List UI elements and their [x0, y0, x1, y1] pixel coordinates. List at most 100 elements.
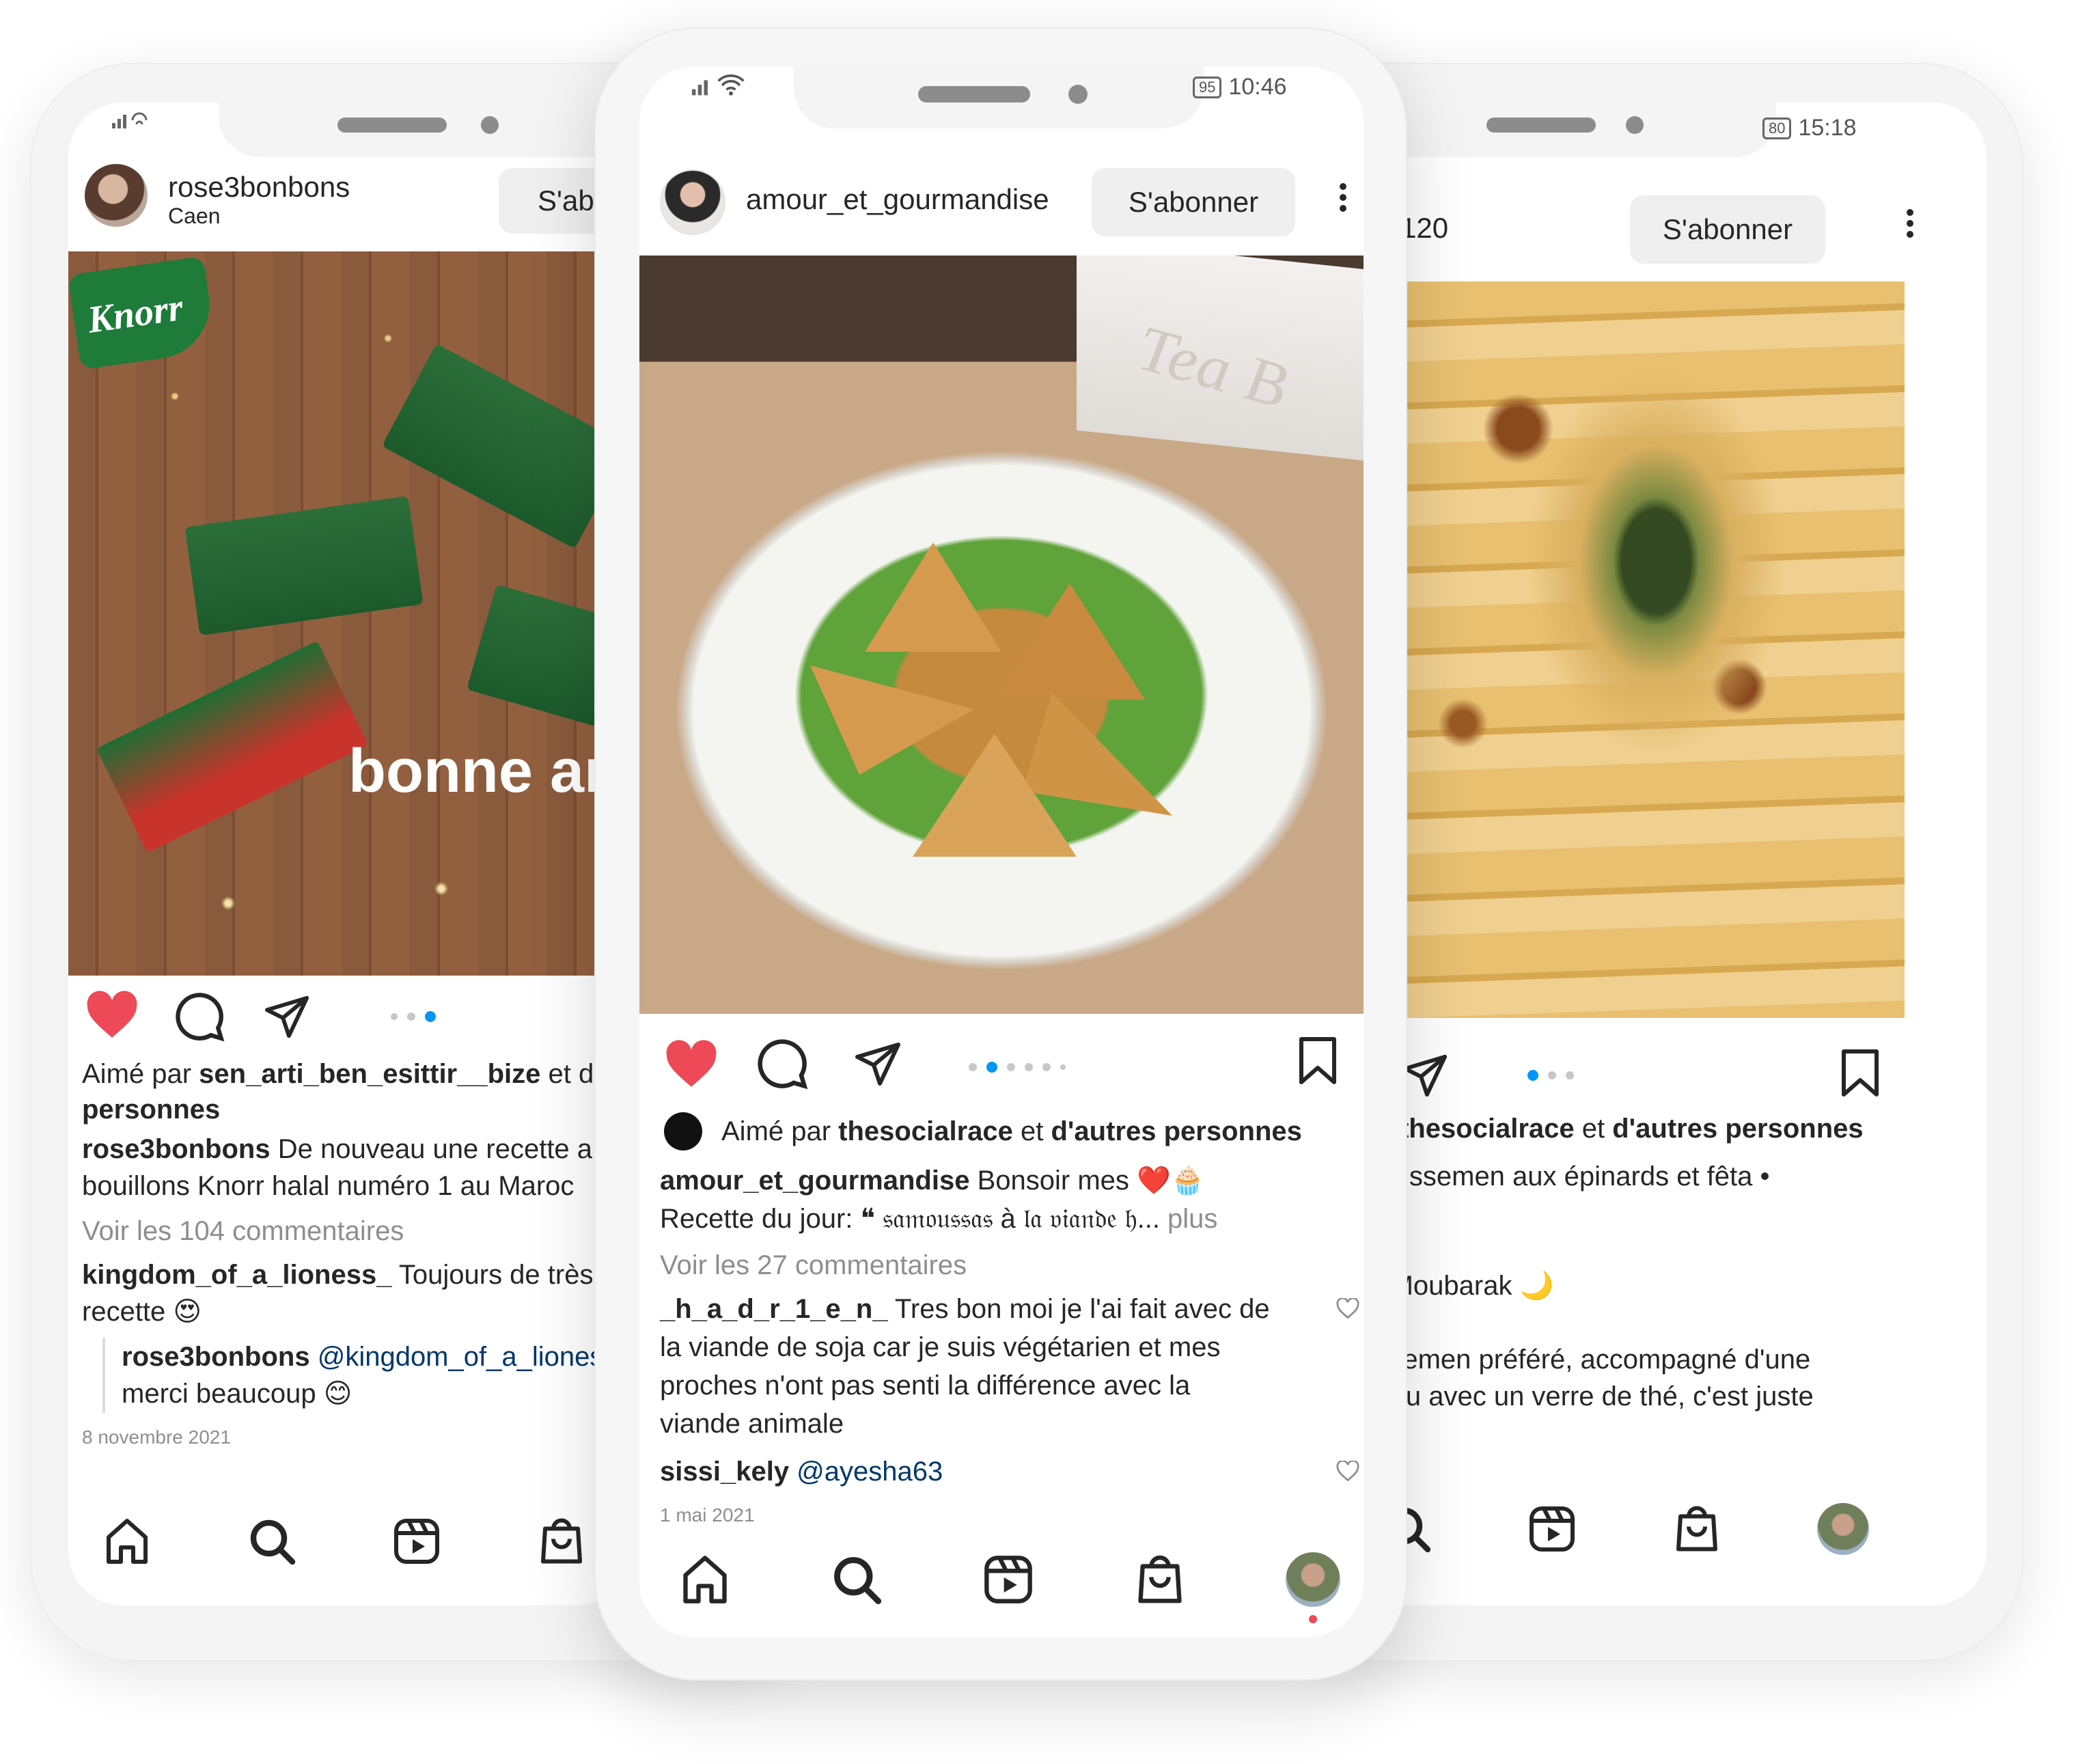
speaker — [337, 118, 447, 133]
product-box — [184, 495, 424, 636]
signal-icon — [112, 112, 148, 128]
liked-by: par thesocialrace et d'autres personnes — [1353, 1114, 1864, 1144]
comment-mention[interactable]: @ayesha63 — [789, 1457, 943, 1487]
post-date: 8 novembre 2021 — [82, 1427, 231, 1448]
status-time: 15:18 — [1798, 115, 1857, 141]
carousel-indicator — [391, 1011, 436, 1022]
bookmark-icon[interactable] — [1839, 1049, 1881, 1099]
samosa — [995, 583, 1145, 700]
brand-badge: Knorr — [68, 256, 217, 370]
reply-line2: merci beaucoup 😊 — [122, 1379, 352, 1409]
liked-by-avatar[interactable] — [664, 1112, 702, 1150]
left-screen: rose3bonbons Caen S'abo Knorr bonne ar A… — [68, 102, 628, 1605]
reply-mention[interactable]: @kingdom_of_a_liones — [310, 1342, 604, 1372]
comment-user[interactable]: _h_a_d_r_1_e_n_ — [660, 1294, 888, 1324]
view-comments-link[interactable]: Voir les 27 commentaires — [660, 1246, 967, 1284]
post-date: 1 mai 2021 — [660, 1504, 755, 1526]
shop-icon[interactable] — [1134, 1551, 1186, 1605]
view-comments-link[interactable]: Voir les 104 commentaires — [82, 1212, 404, 1250]
caption-user[interactable]: amour_et_gourmandise — [660, 1166, 969, 1196]
comment-line4: viande animale — [660, 1409, 844, 1439]
reels-icon[interactable] — [982, 1554, 1034, 1605]
battery-icon: 95 — [1193, 76, 1222, 98]
shop-icon[interactable] — [1672, 1502, 1721, 1554]
caption-line2: bouillons Knorr halal numéro 1 au Maroc — [82, 1171, 575, 1201]
search-icon[interactable] — [247, 1517, 296, 1566]
share-icon[interactable] — [853, 1038, 903, 1088]
post-location[interactable]: Caen — [168, 204, 221, 229]
home-icon[interactable] — [679, 1554, 731, 1605]
more-link[interactable]: plus — [1160, 1204, 1217, 1234]
shop-icon[interactable] — [537, 1514, 586, 1566]
notification-dot — [1309, 1615, 1317, 1623]
carousel-indicator — [1527, 1070, 1574, 1081]
share-icon[interactable] — [262, 992, 312, 1040]
comment-line2: la viande de soja car je suis végétarien… — [660, 1332, 1221, 1362]
comment: kingdom_of_a_lioness_ Toujours de très b — [82, 1260, 616, 1290]
liked-by: Aimé par sen_arti_ben_esittir__bize et d — [82, 1059, 594, 1089]
comment-line2: recette 😍 — [82, 1297, 202, 1327]
comment-icon[interactable] — [756, 1037, 809, 1090]
reels-icon[interactable] — [1527, 1504, 1577, 1554]
center-phone: 95 10:46 amour_et_gourmandise S'abonner … — [594, 27, 1407, 1681]
caption-user[interactable]: rose3bonbons — [82, 1134, 271, 1164]
speaker — [1486, 118, 1596, 133]
post-username[interactable]: rose3bonbons — [168, 171, 350, 204]
liked-by-user[interactable]: sen_arti_ben_esittir__bize — [199, 1059, 540, 1089]
comment-icon[interactable] — [174, 991, 225, 1043]
liked-by: Aimé par thesocialrace et d'autres perso… — [721, 1116, 1302, 1146]
reels-icon[interactable] — [392, 1517, 441, 1566]
search-icon[interactable] — [831, 1554, 883, 1605]
right-screen: 80 15:18 nab120 S'abonner par thesocialr… — [1353, 102, 1987, 1605]
caption-line3: mssemen préféré, accompagné d'une — [1353, 1345, 1811, 1375]
comment: _h_a_d_r_1_e_n_ Tres bon moi je l'ai fai… — [660, 1294, 1270, 1324]
comment-like-icon[interactable] — [1336, 1298, 1359, 1319]
share-icon[interactable] — [1400, 1051, 1450, 1099]
center-screen: 95 10:46 amour_et_gourmandise S'abonner … — [639, 67, 1364, 1637]
status-time: 10:46 — [1228, 74, 1287, 100]
liked-by-line2[interactable]: personnes — [82, 1090, 220, 1129]
caption: rose3bonbons De nouveau une recette a — [82, 1134, 593, 1164]
post-image[interactable]: Knorr bonne ar — [68, 251, 601, 976]
reply-user[interactable]: rose3bonbons — [122, 1342, 310, 1372]
comment-user[interactable]: sissi_kely — [660, 1457, 789, 1487]
samosa — [810, 665, 974, 775]
status-bar: 95 10:46 — [1193, 74, 1287, 100]
image-caption-text: bonne ar — [348, 737, 601, 805]
product-box — [381, 343, 601, 549]
camera — [1626, 116, 1644, 134]
caption-line4: pe ou avec un verre de thé, c'est juste — [1353, 1381, 1814, 1411]
comment-like-icon[interactable] — [1336, 1461, 1359, 1481]
post-image[interactable]: Tea B — [639, 256, 1364, 1014]
more-icon[interactable] — [1905, 205, 1915, 242]
subscribe-button[interactable]: S'abonner — [1092, 168, 1295, 236]
profile-icon[interactable] — [1817, 1503, 1869, 1555]
caption-line2: Recette du jour: ❝ 𝔰𝔞𝔪𝔬𝔲𝔰𝔰𝔞𝔰 à 𝔩𝔞 𝔳𝔦𝔞𝔫𝔡𝔢… — [660, 1204, 1218, 1234]
liked-by-user[interactable]: thesocialrace — [1400, 1114, 1575, 1144]
camera — [481, 116, 499, 134]
bookmark-icon[interactable] — [1297, 1037, 1339, 1086]
comment: sissi_kely @ayesha63 — [660, 1452, 943, 1491]
product-box — [96, 640, 369, 853]
post-image[interactable] — [1353, 281, 1905, 1018]
wifi-icon — [717, 74, 745, 96]
comment-line3: proches n'ont pas senti la différence av… — [660, 1370, 1191, 1401]
avatar[interactable] — [660, 169, 725, 235]
subscribe-button[interactable]: S'abonner — [1630, 195, 1825, 264]
battery-icon: 80 — [1762, 117, 1792, 139]
caption-line1: ) • Mssemen aux épinards et fêta • — [1353, 1161, 1770, 1191]
liked-by-user[interactable]: thesocialrace — [838, 1116, 1013, 1146]
heart-icon[interactable] — [664, 1040, 719, 1089]
heart-icon[interactable] — [85, 991, 139, 1040]
speaker — [918, 86, 1030, 102]
avatar[interactable] — [85, 164, 148, 227]
caption: amour_et_gourmandise Bonsoir mes ❤️🧁 — [660, 1166, 1205, 1196]
comment-user[interactable]: kingdom_of_a_lioness_ — [82, 1260, 391, 1290]
tea-box: Tea B — [1077, 256, 1364, 464]
home-icon[interactable] — [102, 1517, 152, 1566]
more-icon[interactable] — [1338, 179, 1348, 216]
profile-icon[interactable] — [1286, 1552, 1340, 1607]
liked-by-others[interactable]: d'autres personnes — [1051, 1116, 1301, 1146]
post-username[interactable]: amour_et_gourmandise — [746, 183, 1049, 216]
liked-by-others[interactable]: d'autres personnes — [1612, 1114, 1863, 1144]
